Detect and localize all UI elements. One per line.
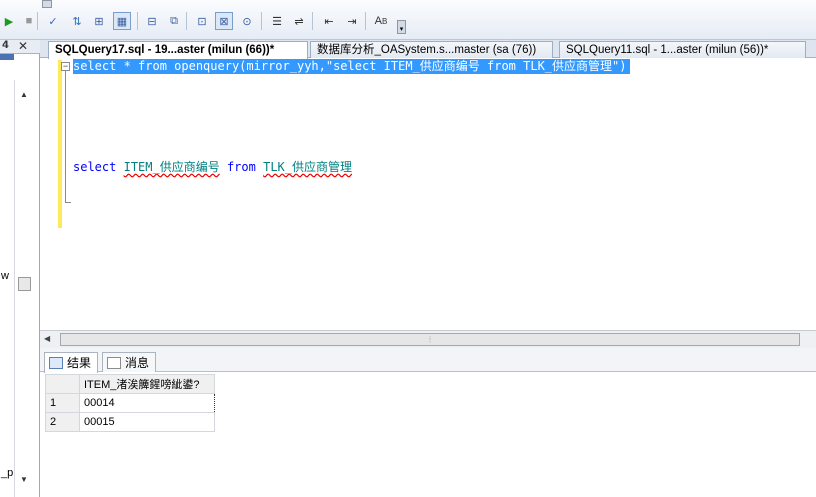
toolbar-separator [312,12,313,30]
object-explorer-selection-bar [0,54,14,60]
tab-results[interactable]: 结果 [44,352,99,373]
uncomment-lines-icon[interactable]: ⇌ [290,12,308,30]
query-options-icon[interactable]: ⇅ [68,12,86,30]
results-to-grid-icon[interactable]: ▦ [113,12,131,30]
toolbar-separator [186,12,187,30]
scroll-up-arrow-icon[interactable]: ▲ [20,90,28,99]
table-row[interactable]: 1 00014 [45,393,215,413]
table-identifier: TLK_供应商管理 [263,160,352,174]
scrollbar-thumb[interactable] [18,277,31,291]
tab-sqlquery11[interactable]: SQLQuery11.sql - 1...aster (milun (56))* [559,41,806,58]
code-line-1-selected[interactable]: select * from openquery(mirror_yyh,"sele… [73,59,631,74]
tab-results-label: 结果 [67,356,92,370]
toolbar-separator [137,12,138,30]
object-explorer-panel: 𝟰 ✕ w _pl ▲ ▼ [0,39,40,497]
outline-guide-end [65,202,71,203]
scroll-left-arrow-icon[interactable]: ◀ [44,334,50,343]
template-params-icon[interactable]: AB [372,12,390,30]
column-header[interactable]: ITEM_渚涘簲鍟嗙紪鍙? [79,374,215,394]
comment-lines-icon[interactable]: ☰ [268,12,286,30]
row-number[interactable]: 1 [45,393,80,413]
results-to-text-icon[interactable]: ⊡ [193,12,211,30]
tab-oasystem-analysis[interactable]: 数据库分析_OASystem.s...master (sa (76)) [310,41,553,58]
toolbar-separator [37,12,38,30]
document-tab-bar: SQLQuery17.sql - 19...aster (milun (66))… [40,40,816,59]
design-query-icon[interactable]: ⊟ [143,12,161,30]
tab-messages[interactable]: 消息 [102,352,157,372]
scroll-down-arrow-icon[interactable]: ▼ [20,475,28,484]
keyword-from: from [226,160,256,174]
keyword-select: select [73,160,117,174]
outline-guide [65,71,66,202]
decrease-indent-icon[interactable]: ⇤ [320,12,338,30]
grid-cell[interactable]: 00015 [79,412,215,432]
pin-icon[interactable]: 𝟰 [2,40,9,51]
results-grid-toggle-icon[interactable]: ⊠ [215,12,233,30]
object-explorer-vertical-scrollbar[interactable]: ▲ ▼ [14,80,34,497]
tab-sqlquery17[interactable]: SQLQuery17.sql - 19...aster (milun (66))… [48,41,308,59]
increase-indent-icon[interactable]: ⇥ [343,12,361,30]
code-line-2[interactable]: select ITEM_供应商编号 from TLK_供应商管理 [73,160,352,175]
grid-icon [49,357,63,369]
close-icon[interactable]: ✕ [18,39,28,53]
editor-horizontal-scrollbar[interactable]: ◀ ⦙ [40,330,816,348]
results-tab-bar: 结果 消息 [40,348,816,373]
tab-messages-label: 消息 [125,355,150,370]
changed-lines-marker [58,60,62,228]
table-row[interactable]: 2 00015 [45,412,215,432]
object-explorer-clipped-text[interactable]: w [1,270,9,282]
column-identifier: ITEM_供应商编号 [123,160,220,174]
grid-header-row: ITEM_渚涘簲鍟嗙紪鍙? [45,374,215,394]
scrollbar-thumb[interactable]: ⦙ [60,333,800,346]
object-explorer-header: 𝟰 ✕ [0,39,40,54]
sql-editor[interactable]: − select * from openquery(mirror_yyh,"se… [40,58,816,330]
execute-icon[interactable]: ▶ [0,12,18,30]
toolbar-separator [261,12,262,30]
grid-cell[interactable]: 00014 [79,393,215,413]
specify-values-icon[interactable]: ⧉ [165,12,183,30]
collapse-toggle-icon[interactable]: − [61,62,70,71]
stop-icon[interactable]: ■ [20,12,38,30]
toolbar-dropdown-arrow-icon[interactable] [42,0,52,8]
display-plan-icon[interactable]: ⊞ [90,12,108,30]
toolbar: ▶ ■ ✓ ⇅ ⊞ ▦ ⊟ ⧉ ⊡ ⊠ ⊙ ☰ ⇌ ⇤ ⇥ A B ▾ [0,0,816,40]
results-file-icon[interactable]: ⊙ [238,12,256,30]
toolbar-separator [365,12,366,30]
grid-corner[interactable] [45,374,80,394]
parse-check-icon[interactable]: ✓ [44,12,62,30]
results-grid[interactable]: ITEM_渚涘簲鍟嗙紪鍙? 1 00014 2 00015 [45,374,215,432]
row-number[interactable]: 2 [45,412,80,432]
toolbar-overflow-chevron-icon[interactable]: ▾ [397,20,406,34]
message-icon [107,356,121,369]
template-params-sub-label: B [382,16,388,26]
